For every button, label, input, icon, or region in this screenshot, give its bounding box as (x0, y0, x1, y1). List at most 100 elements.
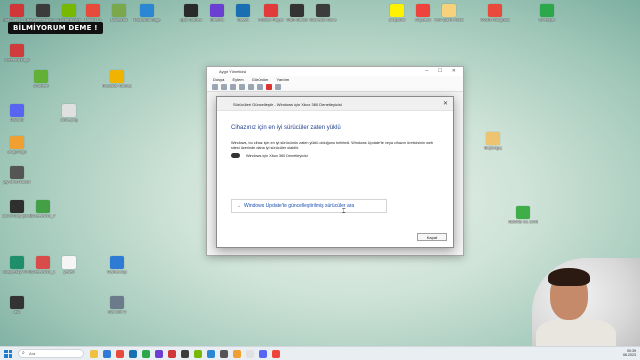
menu-file[interactable]: Dosya (213, 77, 224, 82)
device-name: Windows için Xbox 360 Denetleyicisi (246, 153, 308, 158)
app-icon (488, 4, 502, 17)
windows-start-icon[interactable] (4, 349, 12, 358)
menu-help[interactable]: Yardım (276, 77, 289, 82)
clock-date: 06.2023 (623, 353, 636, 357)
gamepad-icon (231, 153, 240, 158)
desktop-icon[interactable]: yedek (56, 256, 82, 282)
app-icon (184, 4, 198, 17)
desktop-icon[interactable]: OBS Studio (284, 4, 310, 30)
desktop-icon[interactable]: Rockstar Games (102, 70, 132, 96)
desktop-icon[interactable]: uTorrent Web (56, 4, 82, 30)
desktop-icon-label: GameLoop (107, 270, 127, 274)
taskbar-app-icon[interactable] (233, 349, 241, 358)
desktop-icon[interactable]: circle.png (56, 104, 82, 130)
app-icon (140, 4, 154, 17)
desktop-icon-label: circle.png (60, 118, 78, 122)
desktop-icon[interactable]: ASUS Fotoğraflar (480, 4, 510, 30)
app-icon (10, 104, 24, 117)
desktop-icon[interactable]: GameLoop (104, 256, 130, 282)
taskbar-app-icon[interactable] (103, 349, 111, 358)
back-icon[interactable] (212, 84, 218, 90)
uninstall-device-icon[interactable] (266, 84, 272, 90)
help-icon[interactable] (239, 84, 245, 90)
app-icon (236, 4, 250, 17)
desktop-icon-label: Standoff 2 (107, 310, 127, 314)
taskbar-app-icon[interactable] (142, 349, 150, 358)
desktop-icon[interactable]: Standoff 2 (104, 296, 130, 322)
desktop-icon[interactable]: snapchat (384, 4, 410, 30)
desktop-icon[interactable]: Riot Client - Kısayol (2, 4, 32, 30)
menu-action[interactable]: Eylem (232, 77, 243, 82)
windows-update-link-label: Windows Update'te güncelleştirilmiş sürü… (244, 203, 355, 209)
desktop-icon[interactable]: Stremio (204, 4, 230, 30)
device-manager-title: Aygıt Yöneticisi (219, 69, 247, 74)
desktop-icon[interactable]: jay-chou-kabuk (3, 166, 31, 192)
desktop-icon[interactable]: Kaspersky VPN (3, 256, 31, 282)
desktop-icon[interactable]: Screenshot 4 (30, 4, 56, 30)
desktop-icon[interactable]: Screenshot_7 (30, 200, 56, 226)
desktop-icon[interactable]: Screenshot_1 (30, 256, 56, 282)
forward-icon[interactable] (221, 84, 227, 90)
app-icon (390, 4, 404, 17)
desktop-icon-label: Screenshot_5 (4, 58, 30, 62)
desktop-icon[interactable]: ABONE OL CANLI YAYIN (508, 206, 538, 232)
desktop-icon[interactable]: Macro Fx (80, 4, 106, 30)
desktop-icon[interactable]: cs-go-logo (4, 136, 30, 162)
desktop-icon[interactable]: Screenshot_5 (4, 44, 30, 70)
desktop-icon-label: uTorrent (33, 84, 49, 88)
taskbar-app-icon[interactable] (155, 349, 163, 358)
desktop-icon[interactable]: Başlangıç (480, 132, 506, 158)
app-icon (10, 296, 24, 309)
taskbar-app-icon[interactable] (168, 349, 176, 358)
desktop-icon[interactable]: Steam (230, 4, 256, 30)
desktop-icon-label: Screenshot_7 (30, 214, 56, 218)
desktop-icon[interactable]: Yeni Çizim Kaldır (434, 4, 464, 30)
app-icon (110, 256, 124, 269)
desktop-icon[interactable]: SI Helper (534, 4, 560, 30)
desktop-icon-label: Minecraft (110, 18, 128, 22)
desktop-icon-label: yedek (63, 270, 75, 274)
taskbar-app-icon[interactable] (90, 349, 98, 358)
update-driver-icon[interactable] (248, 84, 254, 90)
taskbar-app-icon[interactable] (181, 349, 189, 358)
taskbar-app-icon[interactable] (246, 349, 254, 358)
taskbar-app-icon[interactable] (220, 349, 228, 358)
app-icon (10, 256, 24, 269)
desktop-icon[interactable]: uTorrent (28, 70, 54, 96)
system-clock[interactable]: 00:39 06.2023 (623, 349, 636, 357)
taskbar-app-icon[interactable] (194, 349, 202, 358)
desktop-icon[interactable]: Discord (4, 104, 30, 130)
menu-view[interactable]: Görünüm (252, 77, 269, 82)
app-icon (486, 132, 500, 145)
close-button[interactable]: Kapat (417, 233, 447, 241)
taskbar-app-icon[interactable] (116, 349, 124, 358)
dialog-body-text: Windows, bu cihaz için en iyi sürücünün … (231, 141, 434, 150)
search-windows-update-link[interactable]: → Windows Update'te güncelleştirilmiş sü… (231, 199, 387, 213)
download-icon[interactable] (275, 84, 281, 90)
properties-icon[interactable] (230, 84, 236, 90)
taskbar-app-icon[interactable] (129, 349, 137, 358)
desktop-icon[interactable]: Microsoft Edge (134, 4, 160, 30)
taskbar-app-icon[interactable] (207, 349, 215, 358)
desktop-icon[interactable]: Epic Games (178, 4, 204, 30)
mouse-cursor-icon: ⌶ (342, 209, 346, 215)
desktop-icon[interactable]: Roblox Player (258, 4, 284, 30)
window-controls[interactable]: ─ ☐ ✕ (425, 68, 460, 74)
desktop-icon-label: Rockstar Games (102, 84, 132, 88)
app-icon (34, 70, 48, 83)
close-icon[interactable]: ✕ (443, 100, 448, 107)
app-icon (36, 256, 50, 269)
desktop-icon[interactable]: Minecraft (106, 4, 132, 30)
desktop-icon[interactable]: call of duty ghost kasal (2, 200, 32, 226)
desktop-icon[interactable]: ask (4, 296, 30, 322)
app-icon (210, 4, 224, 17)
desktop-icon-label: Microsoft Edge (133, 18, 161, 22)
desktop-icon[interactable]: Microsoft Store (310, 4, 336, 30)
scan-hardware-icon[interactable] (257, 84, 263, 90)
desktop-icon[interactable]: AnyDesk (410, 4, 436, 30)
taskbar-search-input[interactable]: Ara (18, 349, 84, 358)
desktop-icon-label: ASUS Fotoğraflar (480, 18, 510, 22)
device-manager-toolbar (207, 83, 463, 92)
taskbar-app-icon[interactable] (272, 349, 280, 358)
taskbar-app-icon[interactable] (259, 349, 267, 358)
